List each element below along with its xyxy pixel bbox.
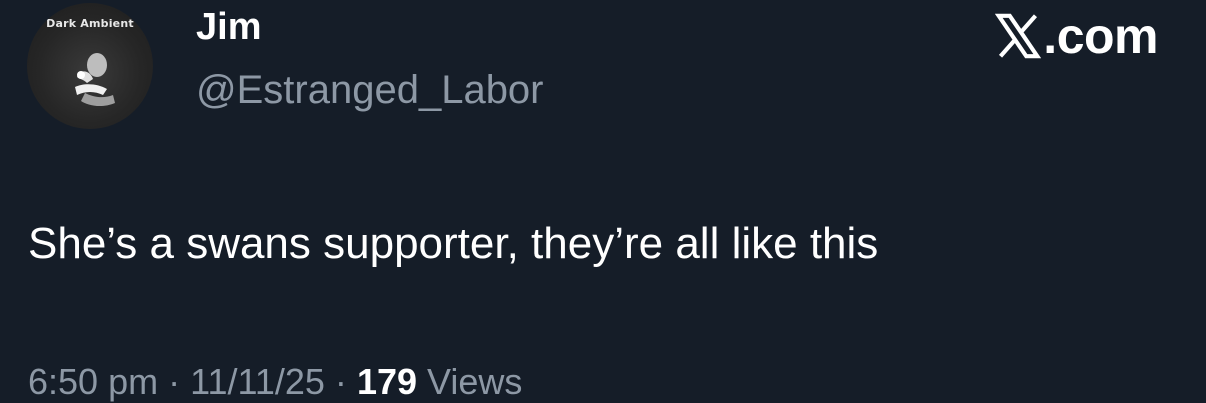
tweet-time[interactable]: 6:50 pm xyxy=(28,361,158,402)
tweet-meta: 6:50 pm · 11/11/25 · 179 Views xyxy=(28,360,522,403)
views-count: 179 xyxy=(356,361,418,402)
meta-separator: · xyxy=(168,361,181,402)
tweet-text: She’s a swans supporter, they’re all lik… xyxy=(28,219,879,268)
x-logo-icon xyxy=(995,13,1042,59)
brand-domain-text: .com xyxy=(1043,8,1158,64)
x-brand-watermark: .com xyxy=(995,10,1158,62)
avatar[interactable]: Dark Ambient xyxy=(27,3,153,129)
meta-separator: · xyxy=(334,361,347,402)
tweet-card: Dark Ambient Jim @Estranged_Labor .com S… xyxy=(0,0,1206,403)
tweet-date[interactable]: 11/11/25 xyxy=(190,361,325,402)
views-label: Views xyxy=(427,361,523,402)
user-handle[interactable]: @Estranged_Labor xyxy=(196,70,544,110)
display-name[interactable]: Jim xyxy=(196,8,261,46)
avatar-logo-text: Dark Ambient xyxy=(46,17,134,30)
avatar-figure-icon xyxy=(75,53,115,107)
